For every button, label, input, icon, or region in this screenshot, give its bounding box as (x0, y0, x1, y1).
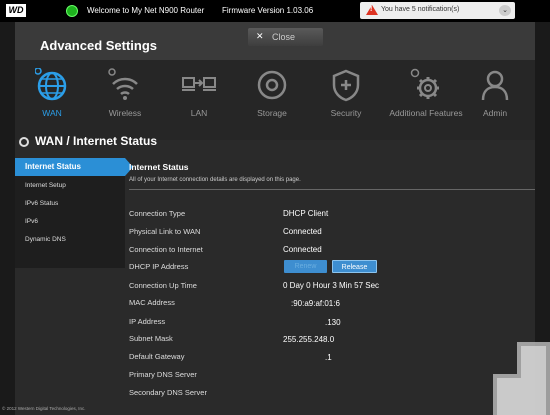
subnet-mask-label: Subnet Mask (129, 334, 173, 343)
nav-item-additional-features[interactable]: Additional Features (383, 60, 469, 140)
mac-address-value: :90:a9:af:01:6 (291, 299, 340, 308)
nav-item-wireless[interactable]: Wireless (93, 60, 157, 140)
ip-address-label: IP Address (129, 317, 166, 326)
physical-link-value: Connected (283, 227, 322, 236)
default-gateway-label: Default Gateway (129, 352, 185, 361)
gears-icon (410, 68, 439, 99)
content-description: All of your Internet connection details … (129, 177, 301, 183)
nav-label-admin: Admin (482, 108, 508, 118)
nav-item-lan[interactable]: LAN (167, 60, 231, 140)
wifi-icon (108, 68, 138, 100)
internet-status-icon (66, 5, 78, 17)
nav-item-admin[interactable]: Admin (465, 60, 525, 140)
secondary-dns-label: Secondary DNS Server (129, 388, 207, 397)
close-label: Close (272, 32, 296, 42)
watermark-logo (493, 342, 550, 415)
nav-label-additional-features: Additional Features (389, 108, 463, 118)
section-title: WAN / Internet Status (35, 134, 158, 148)
copyright-footer: © 2012 Western Digital Technologies, Inc… (2, 406, 86, 411)
connection-internet-label: Connection to Internet (129, 245, 203, 254)
notification-text: You have 5 notification(s) (381, 6, 460, 13)
primary-dns-label: Primary DNS Server (129, 370, 197, 379)
connection-type-label: Connection Type (129, 209, 186, 218)
advanced-settings-panel: Advanced Settings ✕ Close WAN Wireless L… (15, 22, 535, 415)
globe-icon (35, 68, 67, 101)
sidebar-item-internet-setup[interactable]: Internet Setup (15, 177, 125, 195)
release-button[interactable]: Release (332, 260, 377, 273)
firmware-version: Firmware Version 1.03.06 (222, 6, 314, 15)
panel-header: Advanced Settings ✕ Close (15, 22, 535, 60)
wd-logo[interactable]: WD (6, 4, 26, 17)
content-title: Internet Status (129, 162, 189, 172)
uptime-label: Connection Up Time (129, 281, 197, 290)
sidebar-item-internet-status[interactable]: Internet Status (15, 158, 125, 176)
internet-status-content: Internet Status All of your Internet con… (129, 158, 535, 415)
renew-button[interactable]: Renew (284, 260, 327, 273)
chevron-down-icon[interactable]: ⌄ (499, 5, 511, 16)
physical-link-label: Physical Link to WAN (129, 227, 201, 236)
nav-item-wan[interactable]: WAN (20, 60, 84, 140)
panel-title: Advanced Settings (40, 38, 158, 53)
nav-label-wan: WAN (42, 108, 62, 118)
nav-label-storage: Storage (257, 108, 287, 118)
welcome-text: Welcome to My Net N900 Router (87, 6, 205, 15)
sidebar-item-dynamic-dns[interactable]: Dynamic DNS (15, 231, 125, 249)
lan-icon (182, 77, 216, 91)
sidebar: Internet Status Internet Setup IPv6 Stat… (15, 158, 133, 268)
nav-item-storage[interactable]: Storage (240, 60, 304, 140)
ip-address-value: .130 (325, 318, 341, 327)
close-icon: ✕ (256, 31, 264, 41)
divider (129, 189, 535, 190)
top-bar: WD Welcome to My Net N900 Router Firmwar… (0, 0, 550, 22)
disk-icon (257, 70, 287, 100)
uptime-value: 0 Day 0 Hour 3 Min 57 Sec (283, 281, 380, 290)
connection-internet-value: Connected (283, 245, 322, 254)
subnet-mask-value: 255.255.248.0 (283, 335, 335, 344)
connection-type-value: DHCP Client (283, 209, 329, 218)
user-icon (481, 70, 509, 101)
nav-item-security[interactable]: Security (314, 60, 378, 140)
dhcp-ip-label: DHCP IP Address (129, 262, 189, 271)
settings-nav: WAN Wireless LAN Storage Security Additi… (15, 60, 535, 140)
nav-label-security: Security (330, 108, 362, 118)
notification-dropdown[interactable]: ! You have 5 notification(s) ⌄ (360, 2, 515, 19)
default-gateway-value: .1 (325, 353, 332, 362)
section-header: WAN / Internet Status (15, 132, 535, 154)
close-button[interactable]: ✕ Close (248, 28, 323, 46)
mac-address-label: MAC Address (129, 298, 175, 307)
gear-icon (19, 137, 29, 147)
sidebar-item-ipv6-status[interactable]: IPv6 Status (15, 195, 125, 213)
nav-label-wireless: Wireless (108, 108, 142, 118)
sidebar-item-ipv6[interactable]: IPv6 (15, 213, 125, 231)
shield-icon (332, 69, 360, 102)
nav-label-lan: LAN (190, 108, 208, 118)
